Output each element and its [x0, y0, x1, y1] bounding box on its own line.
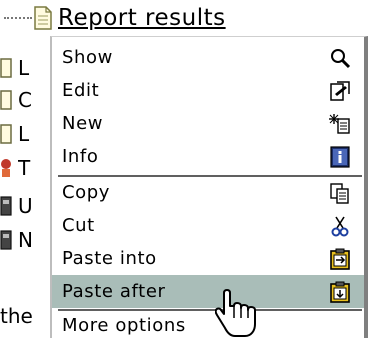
document-icon — [0, 58, 12, 78]
hand-cursor-icon — [215, 289, 256, 337]
tree-bottom-text: the — [0, 304, 33, 328]
tree-root-label[interactable]: Report results — [58, 5, 226, 31]
person-icon — [1, 159, 11, 177]
menu-item-show[interactable]: Show — [52, 41, 364, 74]
menu-item-label: Show — [62, 47, 113, 68]
menu-item-label: New — [62, 113, 104, 134]
screen: Report results L C L T U N the Show Edit… — [0, 0, 379, 338]
tree-row-label: L — [18, 122, 30, 146]
magnifier-icon — [328, 46, 352, 70]
menu-item-label: Edit — [62, 80, 100, 101]
edit-icon — [328, 79, 352, 103]
document-icon — [0, 90, 12, 110]
menu-item-cut[interactable]: Cut — [52, 209, 364, 242]
menu-item-label: Paste into — [62, 248, 157, 269]
tree-row-label: N — [18, 228, 33, 252]
scissors-icon — [328, 214, 352, 238]
copy-icon — [328, 181, 352, 205]
menu-item-paste-after[interactable]: Paste after — [52, 275, 364, 308]
tree-connector — [4, 16, 32, 20]
tree-row-label: T — [18, 156, 31, 180]
menu-item-paste-into[interactable]: Paste into — [52, 242, 364, 275]
menu-item-label: Cut — [62, 215, 95, 236]
tree-root-node[interactable]: Report results — [0, 0, 226, 36]
tree-row-label: U — [18, 194, 33, 218]
menu-item-label: More options — [62, 315, 186, 336]
menu-item-info[interactable]: Info — [52, 140, 364, 173]
menu-item-more-options[interactable]: More options — [52, 309, 364, 338]
tree-row-label: L — [18, 56, 30, 80]
dark-document-icon — [0, 196, 12, 216]
menu-item-new[interactable]: New — [52, 107, 364, 140]
menu-item-label: Paste after — [62, 281, 166, 302]
context-menu: Show Edit New Info Copy Cut Paste into P… — [50, 36, 368, 338]
menu-item-copy[interactable]: Copy — [52, 176, 364, 209]
tree-row-label: C — [18, 88, 32, 112]
menu-item-edit[interactable]: Edit — [52, 74, 364, 107]
menu-item-label: Info — [62, 146, 99, 167]
dark-document-icon — [0, 230, 12, 250]
document-icon — [0, 124, 12, 144]
document-icon — [34, 6, 52, 30]
info-icon — [328, 145, 352, 169]
new-sparkle-icon — [328, 112, 352, 136]
paste-after-icon — [328, 280, 352, 304]
paste-into-icon — [328, 247, 352, 271]
menu-item-label: Copy — [62, 182, 111, 203]
